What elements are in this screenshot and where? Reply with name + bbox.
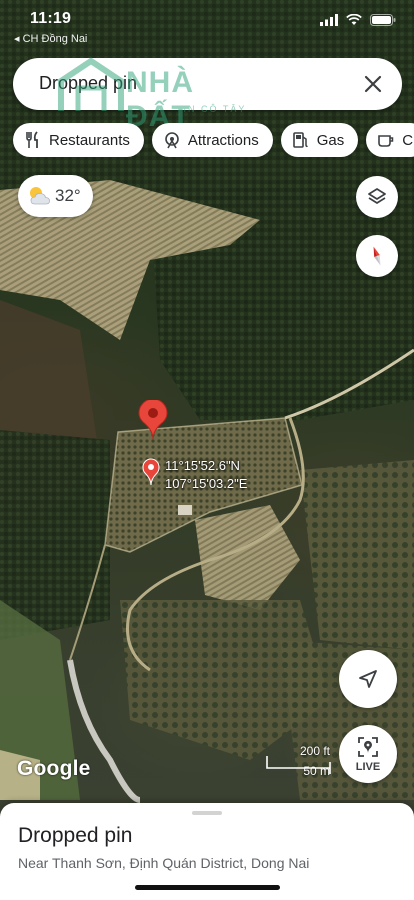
coffee-icon	[376, 130, 396, 150]
place-address: Near Thanh Sơn, Định Quán District, Dong…	[18, 855, 310, 871]
home-indicator[interactable]	[135, 885, 280, 890]
chip-label: Attractions	[187, 131, 259, 149]
layers-icon	[368, 188, 386, 204]
cellular-signal-icon	[320, 14, 338, 26]
chip-label: C	[402, 131, 414, 149]
live-view-icon	[358, 737, 378, 757]
attractions-icon	[162, 130, 182, 150]
watermark-logo: NHÀ ĐẤT TIN CÔ TÂY	[56, 56, 256, 133]
partly-cloudy-icon	[30, 187, 50, 205]
live-label: LIVE	[355, 761, 381, 773]
battery-icon	[370, 14, 396, 26]
watermark-subtitle: TIN CÔ TÂY	[176, 104, 247, 114]
chip-label: Restaurants	[49, 131, 130, 149]
layers-button[interactable]	[356, 176, 398, 218]
status-bar: 11:19 ◂ CH Đồng Nai	[0, 0, 414, 48]
coordinate-pin-icon	[142, 458, 160, 486]
back-to-app-link[interactable]: ◂ CH Đồng Nai	[14, 32, 87, 45]
dropped-pin-marker[interactable]	[138, 400, 168, 440]
weather-temperature: 32°	[55, 186, 81, 205]
navigation-arrow-icon	[359, 670, 377, 688]
close-icon[interactable]	[358, 69, 388, 99]
sheet-drag-handle[interactable]	[192, 811, 222, 815]
live-view-button[interactable]: LIVE	[339, 725, 397, 783]
house-logo-icon	[58, 57, 124, 111]
google-attribution: Google	[17, 757, 91, 780]
fork-knife-icon	[23, 130, 43, 150]
longitude-text: 107°15'03.2"E	[165, 476, 248, 491]
latitude-text: 11°15'52.6"N	[165, 458, 240, 473]
compass-button[interactable]	[356, 235, 398, 277]
chip-gas[interactable]: Gas	[280, 123, 359, 157]
weather-badge[interactable]: 32°	[18, 175, 93, 217]
place-title: Dropped pin	[18, 824, 133, 847]
wifi-icon	[346, 14, 362, 25]
chip-label: Gas	[316, 131, 345, 149]
gas-pump-icon	[291, 130, 311, 150]
my-location-button[interactable]	[339, 650, 397, 708]
chip-coffee[interactable]: C	[366, 123, 414, 157]
compass-icon	[373, 246, 381, 266]
status-time: 11:19	[30, 10, 72, 27]
chip-restaurants[interactable]: Restaurants	[13, 123, 144, 157]
coordinates-label: 11°15'52.6"N 107°15'03.2"E	[165, 457, 247, 493]
scale-bar-line	[266, 756, 331, 774]
chip-attractions[interactable]: Attractions	[151, 123, 273, 157]
map-scale: 200 ft 50 m	[266, 742, 332, 782]
status-icons	[320, 14, 396, 26]
category-chips: Restaurants Attractions Gas C	[13, 123, 414, 157]
